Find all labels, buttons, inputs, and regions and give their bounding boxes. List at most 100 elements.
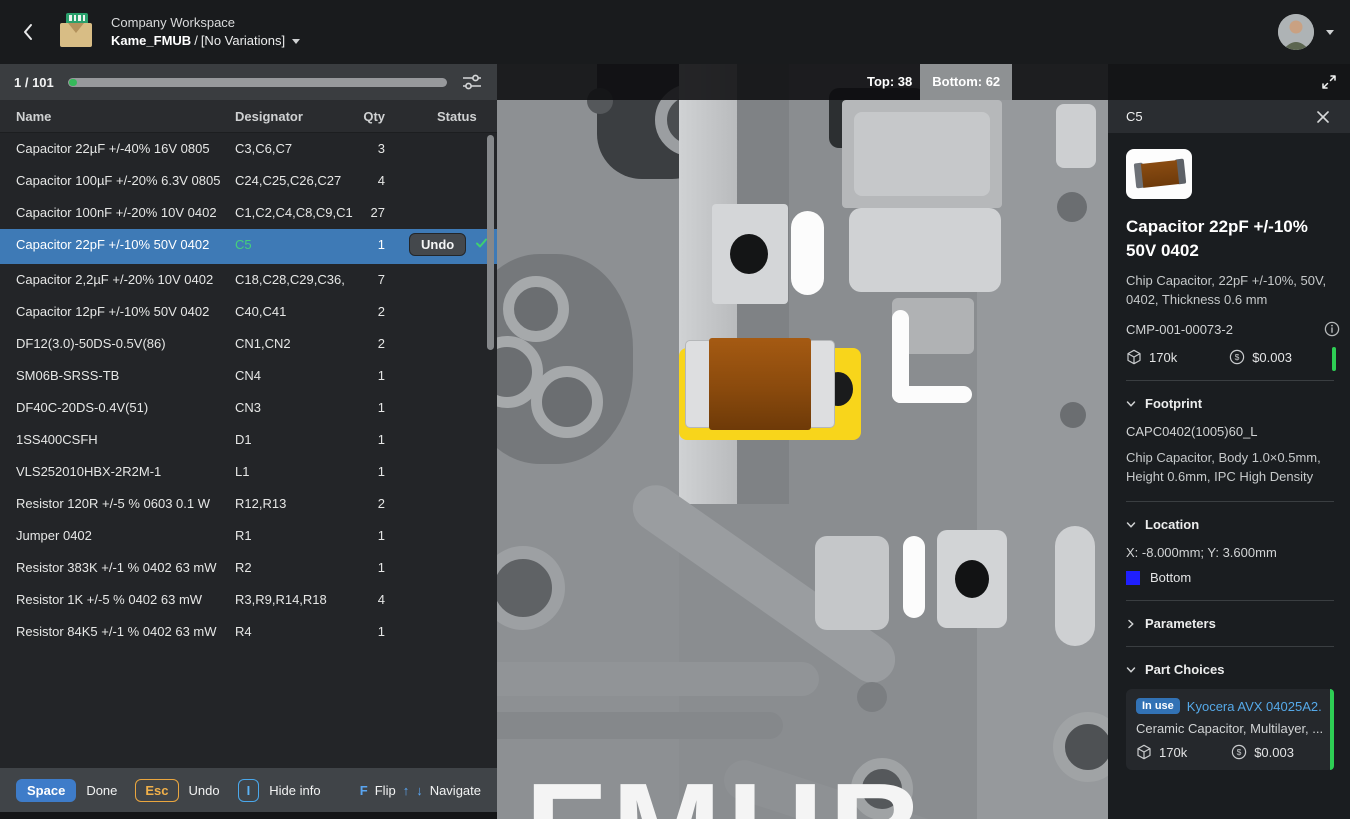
i-key-hint[interactable]: I — [237, 778, 260, 802]
row-name: VLS252010HBX-2R2M-1 — [16, 464, 162, 479]
capacitor-body — [709, 338, 811, 430]
bottom-side-count[interactable]: Bottom: 62 — [920, 64, 1013, 100]
fullscreen-button[interactable] — [1318, 71, 1340, 93]
row-designator: CN4 — [235, 368, 262, 383]
row-qty: 7 — [377, 272, 385, 287]
app-window: Company Workspace Kame_FMUB / [No Variat… — [0, 0, 1350, 819]
board-silkscreen-text: FMUB — [525, 754, 930, 819]
row-designator: C5 — [235, 237, 252, 252]
svg-text:$: $ — [1235, 352, 1240, 362]
table-row[interactable]: DF40C-20DS-0.4V(51) CN3 1 — [0, 392, 497, 424]
close-details-button[interactable] — [1314, 108, 1332, 126]
progress-row: 1 / 101 — [0, 64, 497, 100]
chevron-down-icon — [1126, 666, 1136, 673]
part-link[interactable]: Kyocera AVX 04025A2... — [1187, 699, 1322, 714]
pcb-pad — [1055, 526, 1095, 646]
table-scrollbar[interactable] — [487, 135, 494, 350]
table-row[interactable]: SM06B-SRSS-TB CN4 1 — [0, 360, 497, 392]
row-designator: R2 — [235, 560, 252, 575]
layer-row: Bottom — [1126, 570, 1334, 585]
table-row[interactable]: Capacitor 22µF +/-40% 16V 0805 C3,C6,C7 3 — [0, 133, 497, 165]
pcb-via — [1057, 192, 1087, 222]
row-designator: R4 — [235, 624, 252, 639]
pcb-silkscreen-mark — [791, 211, 824, 295]
row-designator: C3,C6,C7 — [235, 141, 293, 156]
part-choices-section-toggle[interactable]: Part Choices — [1126, 662, 1334, 677]
table-row[interactable]: DF12(3.0)-50DS-0.5V(86) CN1,CN2 2 — [0, 328, 497, 360]
top-app-bar: Company Workspace Kame_FMUB / [No Variat… — [0, 0, 1350, 64]
table-row[interactable]: Resistor 120R +/-5 % 0603 0.1 W R12,R13 2 — [0, 488, 497, 520]
pcb-pad — [849, 208, 1001, 292]
capacitor-terminal — [807, 340, 835, 428]
pcb-via — [1060, 402, 1086, 428]
top-side-count[interactable]: Top: 38 — [859, 64, 920, 100]
bom-table-body: Capacitor 22µF +/-40% 16V 0805 C3,C6,C7 3 C… — [0, 133, 497, 768]
row-designator: C18,C28,C29,C36, — [235, 272, 345, 287]
parameters-section-toggle[interactable]: Parameters — [1126, 616, 1334, 631]
row-qty: 1 — [377, 464, 385, 479]
part-choice-description: Ceramic Capacitor, Multilayer, ... — [1136, 721, 1322, 736]
arrow-down-icon[interactable]: ↓ — [416, 783, 423, 798]
esc-key-hint[interactable]: Esc — [135, 778, 179, 802]
row-name: Capacitor 2,2µF +/-20% 10V 0402 — [16, 272, 214, 287]
in-use-badge: In use — [1136, 698, 1180, 714]
header-designator: Designator — [235, 108, 303, 124]
bom-panel: 1 / 101 Name Designator Qty Status Capac… — [0, 64, 497, 819]
row-designator: C24,C25,C26,C27 — [235, 173, 342, 188]
user-avatar[interactable] — [1278, 14, 1314, 50]
f-key-hint[interactable]: F — [360, 783, 368, 798]
table-row[interactable]: Capacitor 100nF +/-20% 10V 0402 C1,C2,C4,… — [0, 197, 497, 229]
row-designator: R12,R13 — [235, 496, 287, 511]
row-name: Jumper 0402 — [16, 528, 92, 543]
table-row[interactable]: Capacitor 100µF +/-20% 6.3V 0805 C24,C25,… — [0, 165, 497, 197]
footprint-section-toggle[interactable]: Footprint — [1126, 396, 1334, 411]
table-row[interactable]: VLS252010HBX-2R2M-1 L1 1 — [0, 456, 497, 488]
layer-name: Bottom — [1150, 570, 1192, 585]
undo-button[interactable]: Undo — [409, 233, 467, 256]
pcb-pad — [854, 112, 990, 196]
row-name: Capacitor 22µF +/-40% 16V 0805 — [16, 141, 210, 156]
project-breadcrumb[interactable]: Kame_FMUB / [No Variations] — [111, 32, 301, 50]
location-coords: X: -8.000mm; Y: 3.600mm — [1126, 545, 1277, 560]
back-button[interactable] — [16, 20, 40, 44]
section-divider — [1126, 600, 1334, 601]
stock-price-row: 170k $ $0.003 — [1126, 347, 1336, 371]
table-row[interactable]: Capacitor 12pF +/-10% 50V 0402 C40,C41 2 — [0, 296, 497, 328]
row-qty: 1 — [377, 560, 385, 575]
shortcut-footer: Space Done Esc Undo I Hide info F Flip ↑… — [0, 768, 497, 812]
table-row[interactable]: Resistor 1K +/-5 % 0402 63 mW R3,R9,R14,R… — [0, 584, 497, 616]
table-row[interactable]: Resistor 84K5 +/-1 % 0402 63 mW R4 1 — [0, 616, 497, 648]
table-row[interactable]: 1SS400CSFH D1 1 — [0, 424, 497, 456]
table-row[interactable]: Jumper 0402 R1 1 — [0, 520, 497, 552]
pcb-pad — [1056, 104, 1096, 168]
chevron-down-icon — [1126, 400, 1136, 407]
workspace-box-icon — [58, 11, 96, 53]
table-row-selected[interactable]: Capacitor 22pF +/-10% 50V 0402 C5 1 Undo — [0, 229, 497, 264]
arrow-up-icon[interactable]: ↑ — [403, 783, 410, 798]
price-icon: $ — [1230, 349, 1245, 365]
info-icon — [1324, 321, 1340, 337]
progress-slider[interactable] — [67, 77, 447, 87]
chevron-left-icon — [24, 24, 32, 40]
footprint-section-label: Footprint — [1145, 396, 1203, 411]
progress-fill — [68, 78, 77, 86]
filter-button[interactable] — [461, 71, 483, 93]
avatar-menu-caret-icon[interactable] — [1326, 29, 1334, 35]
variation-name: [No Variations] — [200, 33, 286, 48]
viewer-toolbar-right — [1108, 64, 1350, 100]
space-key-hint[interactable]: Space — [16, 778, 77, 802]
info-button[interactable] — [1324, 321, 1340, 337]
location-section-toggle[interactable]: Location — [1126, 517, 1334, 532]
navigate-label: Navigate — [429, 782, 481, 798]
pcb-viewer[interactable]: FMUB Top: 38 Bottom: 62 — [497, 64, 1108, 819]
avatar-photo — [1278, 14, 1314, 50]
table-row[interactable]: Capacitor 2,2µF +/-20% 10V 0402 C18,C28,C… — [0, 264, 497, 296]
part-choice-card[interactable]: In use Kyocera AVX 04025A2... Ceramic Ca… — [1126, 689, 1334, 770]
details-header: C5 — [1108, 100, 1350, 133]
row-designator: C1,C2,C4,C8,C9,C1 — [235, 205, 353, 220]
row-qty: 4 — [377, 173, 385, 188]
row-qty: 2 — [377, 336, 385, 351]
table-row[interactable]: Resistor 383K +/-1 % 0402 63 mW R2 1 — [0, 552, 497, 584]
row-designator: R3,R9,R14,R18 — [235, 592, 327, 607]
flip-label: Flip — [374, 782, 396, 798]
